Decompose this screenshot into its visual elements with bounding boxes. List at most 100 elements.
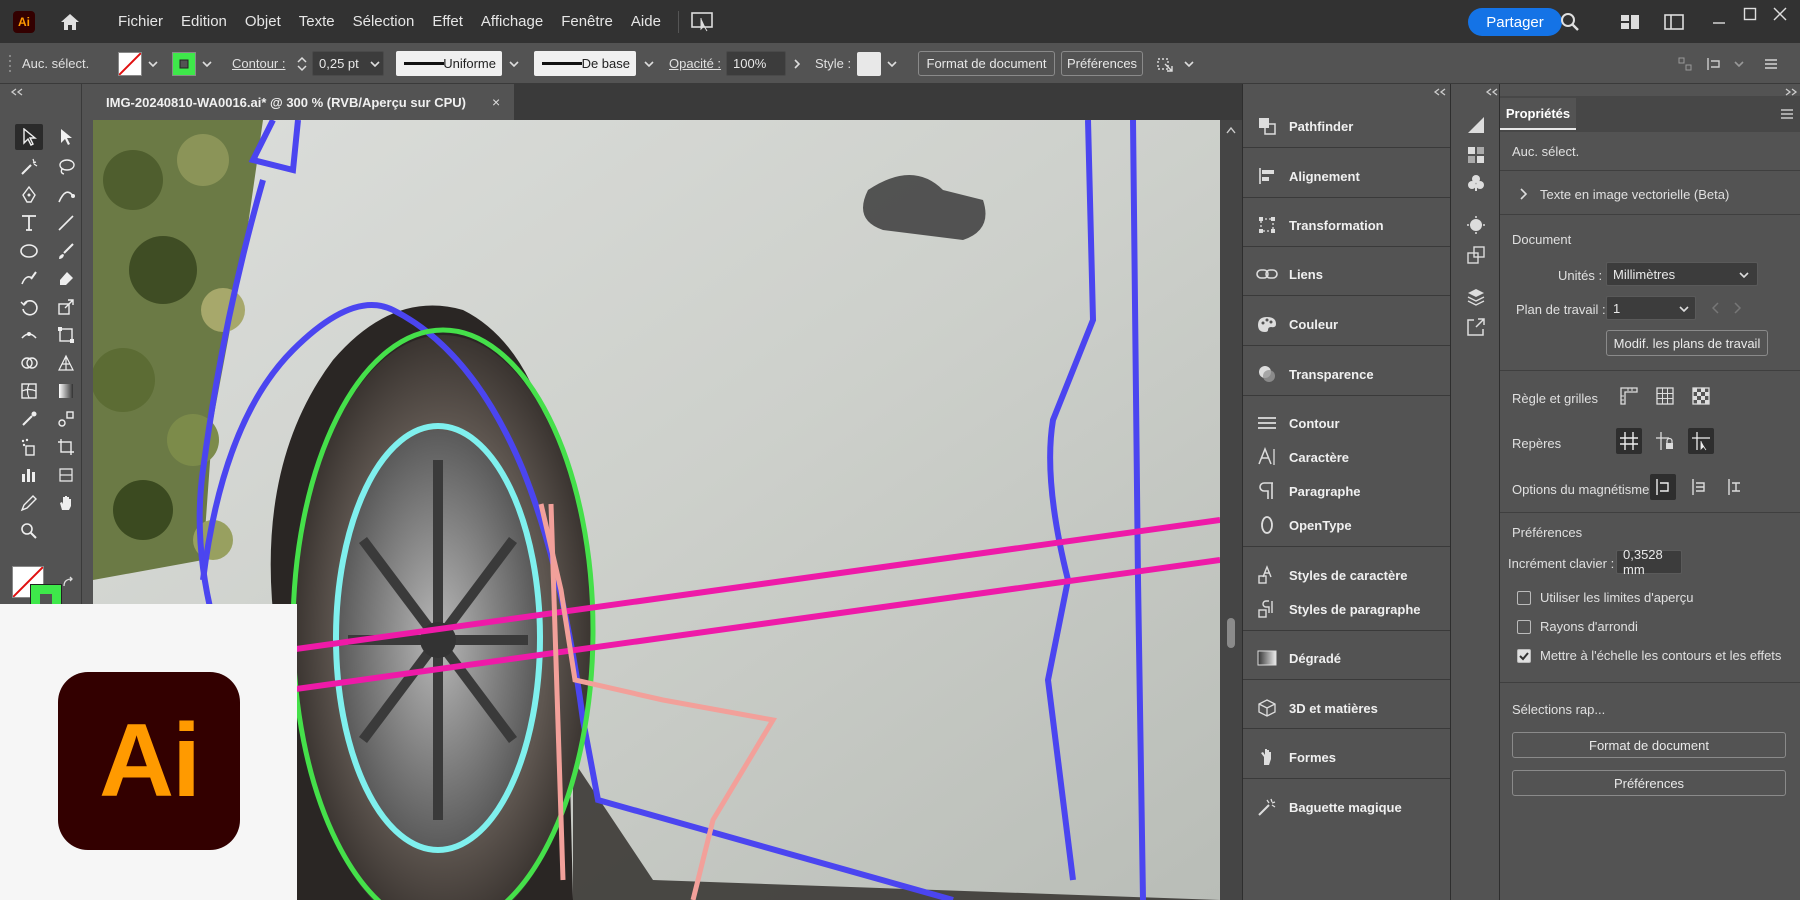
ruler-icon[interactable] <box>1616 383 1642 409</box>
menu-objet[interactable]: Objet <box>236 0 290 43</box>
smart-guides-icon[interactable] <box>1688 428 1714 454</box>
swap-colors-icon[interactable] <box>62 576 76 590</box>
stroke-swatch[interactable] <box>172 52 196 76</box>
control-bar-menu-icon[interactable] <box>1762 51 1780 76</box>
type-tool-icon[interactable] <box>15 210 43 236</box>
document-setup-button[interactable]: Format de document <box>918 51 1055 76</box>
brush-dropdown-icon[interactable] <box>640 51 658 76</box>
panel-item-shapes[interactable]: Formes <box>1243 745 1451 769</box>
arrange-documents-icon[interactable] <box>1660 8 1688 36</box>
snap-options-icon[interactable] <box>1705 51 1723 76</box>
minimize-icon[interactable] <box>1705 8 1733 36</box>
snap-dropdown-icon[interactable] <box>1730 51 1748 76</box>
panel-item-gradient[interactable]: Dégradé <box>1243 646 1451 670</box>
panel-item-para-styles[interactable]: Styles de paragraphe <box>1243 597 1451 621</box>
panel-item-3d[interactable]: 3D et matières <box>1243 696 1451 720</box>
pencil-tool-icon[interactable] <box>15 490 43 516</box>
artboard-tool-icon[interactable] <box>52 434 80 460</box>
swatches-panel-icon[interactable] <box>1463 142 1489 168</box>
mesh-tool-icon[interactable] <box>15 378 43 404</box>
grid-icon[interactable] <box>1652 383 1678 409</box>
menu-selection[interactable]: Sélection <box>344 0 424 43</box>
preferences-button-props[interactable]: Préférences <box>1512 770 1786 796</box>
shape-builder-tool-icon[interactable] <box>15 350 43 376</box>
workspace-switcher-icon[interactable] <box>1616 8 1644 36</box>
opacity-field[interactable]: 100% <box>726 51 786 76</box>
graphic-style-dropdown-icon[interactable] <box>883 51 901 76</box>
menu-affichage[interactable]: Affichage <box>472 0 552 43</box>
edit-artboards-button[interactable]: Modif. les plans de travail <box>1606 330 1768 356</box>
touch-workspace-icon[interactable] <box>689 9 715 35</box>
menu-fichier[interactable]: Fichier <box>109 0 172 43</box>
graphic-style-swatch[interactable] <box>857 52 881 76</box>
eyedropper-tool-icon[interactable] <box>15 406 43 432</box>
transparency-grid-icon[interactable] <box>1688 383 1714 409</box>
preferences-button[interactable]: Préférences <box>1061 51 1143 76</box>
export-panel-icon[interactable] <box>1463 314 1489 340</box>
stroke-profile-select[interactable]: Uniforme <box>396 51 502 76</box>
brush-select[interactable]: De base <box>534 51 636 76</box>
menu-aide[interactable]: Aide <box>622 0 670 43</box>
lock-guides-icon[interactable] <box>1652 428 1678 454</box>
fill-swatch[interactable] <box>118 52 142 76</box>
menu-edition[interactable]: Edition <box>172 0 236 43</box>
chevron-right-icon[interactable] <box>1520 188 1528 200</box>
curvature-tool-icon[interactable] <box>52 182 80 208</box>
preview-bounds-checkbox[interactable] <box>1517 591 1531 605</box>
stroke-stepper-icon[interactable] <box>293 51 311 76</box>
stroke-dropdown-icon[interactable] <box>198 51 216 76</box>
rotate-tool-icon[interactable] <box>15 294 43 320</box>
snap-to-glyph-icon[interactable] <box>1722 474 1748 500</box>
pen-tool-icon[interactable] <box>15 182 43 208</box>
panel-item-stroke[interactable]: Contour <box>1243 411 1451 435</box>
width-tool-icon[interactable] <box>15 322 43 348</box>
stroke-weight-dropdown-icon[interactable] <box>366 51 384 76</box>
slice-tool-icon[interactable] <box>52 462 80 488</box>
menu-texte[interactable]: Texte <box>290 0 344 43</box>
panel-item-links[interactable]: Liens <box>1243 262 1451 286</box>
direct-selection-tool-icon[interactable] <box>52 124 80 150</box>
properties-tab[interactable]: Propriétés <box>1500 98 1576 130</box>
perspective-grid-tool-icon[interactable] <box>52 350 80 376</box>
collapse-tools-icon[interactable] <box>10 88 24 96</box>
transform-control-icon[interactable] <box>1156 51 1174 76</box>
shaper-tool-icon[interactable] <box>15 266 43 292</box>
stroke-profile-dropdown-icon[interactable] <box>505 51 523 76</box>
transform-dropdown-icon[interactable] <box>1180 51 1198 76</box>
next-artboard-icon[interactable] <box>1734 302 1742 314</box>
hand-tool-icon[interactable] <box>52 490 80 516</box>
scroll-up-icon[interactable] <box>1226 126 1236 134</box>
stroke-label[interactable]: Contour : <box>232 51 285 76</box>
panel-item-magic-wand[interactable]: Baguette magique <box>1243 795 1451 819</box>
selection-tool-icon[interactable] <box>15 124 43 150</box>
share-button[interactable]: Partager <box>1468 8 1562 36</box>
corner-radius-checkbox[interactable] <box>1517 620 1531 634</box>
panel-item-align[interactable]: Alignement <box>1243 164 1451 188</box>
keyboard-increment-field[interactable]: 0,3528 mm <box>1616 547 1682 577</box>
free-transform-tool-icon[interactable] <box>52 322 80 348</box>
menu-effet[interactable]: Effet <box>423 0 472 43</box>
symbol-sprayer-tool-icon[interactable] <box>15 434 43 460</box>
menu-fenetre[interactable]: Fenêtre <box>552 0 622 43</box>
scroll-thumb[interactable] <box>1227 618 1235 648</box>
blend-tool-icon[interactable] <box>52 406 80 432</box>
eraser-tool-icon[interactable] <box>52 266 80 292</box>
symbols-panel-icon[interactable] <box>1463 170 1489 196</box>
close-window-icon[interactable] <box>1766 0 1794 28</box>
panel-item-color[interactable]: Couleur <box>1243 312 1451 336</box>
units-select[interactable]: Millimètres <box>1606 262 1758 286</box>
artboards-panel-icon[interactable] <box>1463 242 1489 268</box>
home-icon[interactable] <box>55 7 85 37</box>
close-tab-icon[interactable]: × <box>492 94 500 110</box>
panel-item-opentype[interactable]: OpenType <box>1243 513 1451 537</box>
opacity-label[interactable]: Opacité : <box>669 51 721 76</box>
panel-item-transform[interactable]: Transformation <box>1243 213 1451 237</box>
magic-wand-tool-icon[interactable] <box>15 154 43 180</box>
gradient-tool-icon[interactable] <box>52 378 80 404</box>
appearance-panel-icon[interactable] <box>1463 212 1489 238</box>
line-tool-icon[interactable] <box>52 210 80 236</box>
snap-to-pixel-icon[interactable] <box>1686 474 1712 500</box>
ellipse-tool-icon[interactable] <box>15 238 43 264</box>
collapse-panels-icon[interactable] <box>1433 88 1447 96</box>
panel-item-transparency[interactable]: Transparence <box>1243 362 1451 386</box>
